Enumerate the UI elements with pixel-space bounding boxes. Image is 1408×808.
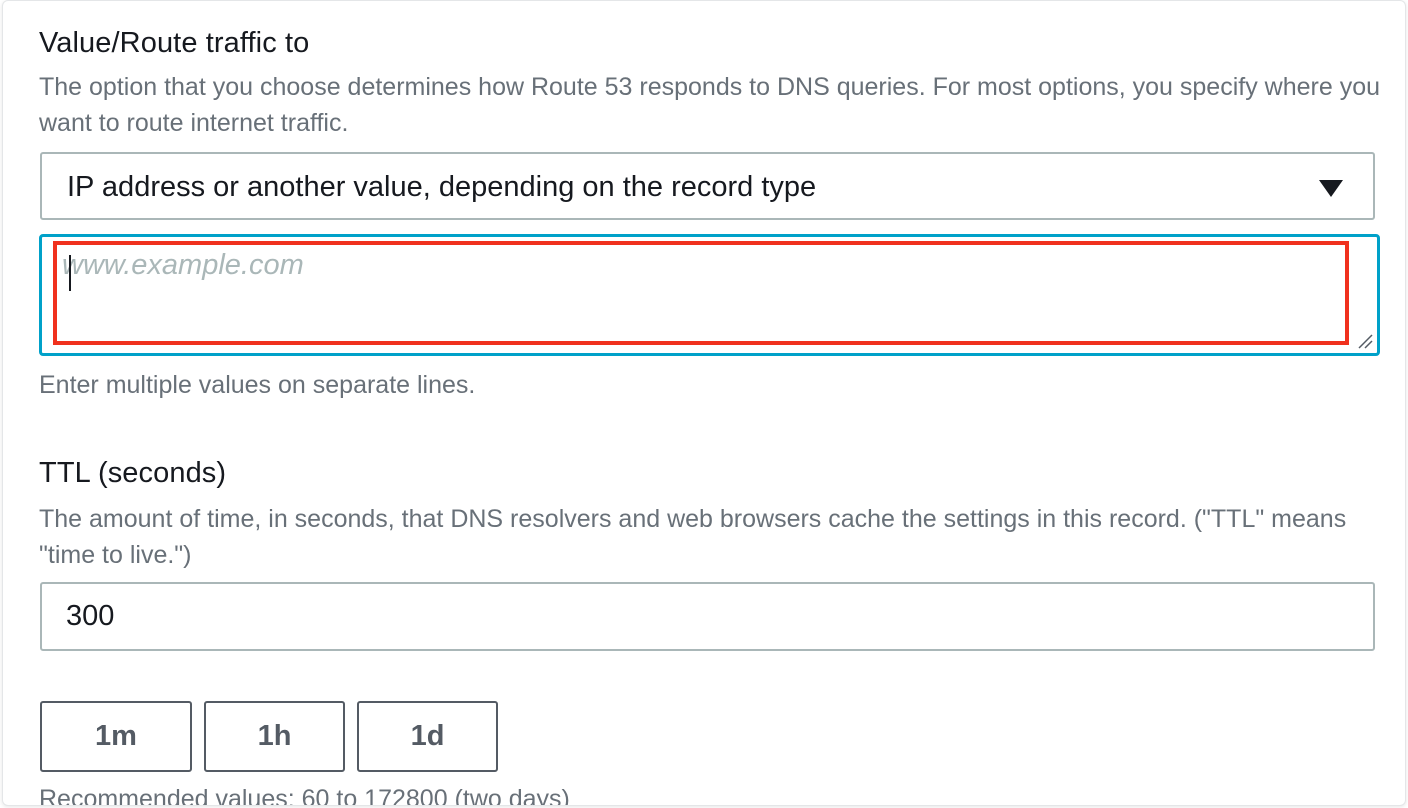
value-hint: Enter multiple values on separate lines. [39,371,476,399]
ttl-input[interactable] [40,582,1375,651]
value-textarea-container [39,234,1380,356]
value-route-description: The option that you choose determines ho… [39,73,1381,137]
record-form-panel: Value/Route traffic to The option that y… [2,0,1406,806]
ttl-preset-1h-button[interactable]: 1h [204,701,345,772]
route-traffic-select-value: IP address or another value, depending o… [67,171,817,203]
ttl-label: TTL (seconds) [39,457,227,489]
value-route-label: Value/Route traffic to [39,27,310,59]
value-textarea[interactable] [62,249,1342,339]
ttl-preset-1d-button[interactable]: 1d [357,701,498,772]
ttl-recommended-hint: Recommended values: 60 to 172800 (two da… [39,785,570,806]
route-traffic-select[interactable]: IP address or another value, depending o… [40,152,1375,220]
ttl-preset-1m-button[interactable]: 1m [40,701,192,772]
caret-down-icon [1319,180,1343,197]
resize-handle-icon[interactable] [1357,333,1373,349]
text-cursor [69,255,71,291]
ttl-description: The amount of time, in seconds, that DNS… [39,505,1347,569]
